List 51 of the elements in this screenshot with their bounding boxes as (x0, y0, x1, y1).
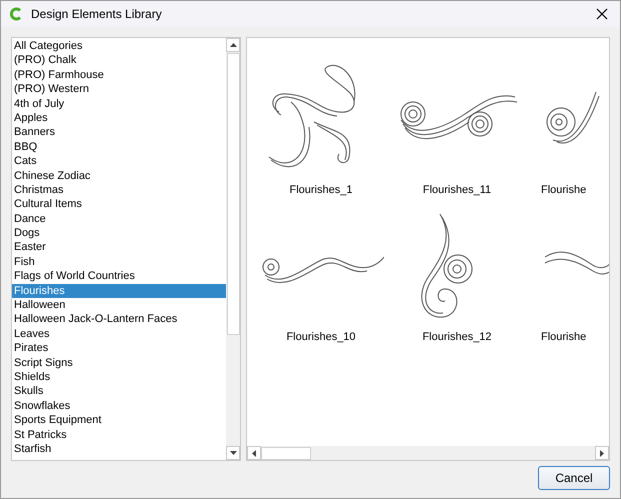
scroll-thumb[interactable] (226, 53, 240, 335)
left-arrow-icon (252, 450, 256, 456)
category-item[interactable]: Apples (12, 110, 226, 126)
element-label: Flourishes_12 (422, 331, 492, 343)
scroll-thumb[interactable] (261, 446, 311, 460)
category-item[interactable]: BBQ (12, 140, 226, 154)
category-item[interactable]: Pirates (12, 341, 226, 356)
category-item[interactable]: Chinese Zodiac (12, 168, 226, 183)
category-item[interactable]: St Patricks (12, 428, 226, 442)
category-item[interactable]: Dogs (12, 226, 226, 240)
category-item[interactable]: Halloween (12, 298, 226, 312)
category-item[interactable]: Easter (12, 240, 226, 255)
scroll-right-button[interactable] (595, 446, 609, 460)
element-label: Flourishes_11 (422, 184, 492, 196)
category-item[interactable]: (PRO) Western (12, 82, 226, 97)
element-label: Flourishe (541, 184, 586, 196)
category-item[interactable]: Starfish (12, 442, 226, 456)
app-logo-icon (9, 7, 23, 21)
category-item[interactable]: Script Signs (12, 356, 226, 370)
category-item[interactable]: Shields (12, 370, 226, 384)
category-item[interactable]: (PRO) Chalk (12, 53, 226, 68)
category-item[interactable]: Christmas (12, 182, 226, 198)
horizontal-scrollbar[interactable] (247, 446, 609, 460)
category-item[interactable]: 4th of July (12, 96, 226, 111)
element-label: Flourishe (541, 331, 586, 343)
category-item[interactable]: Cats (12, 154, 226, 169)
up-arrow-icon (230, 43, 236, 47)
category-item[interactable]: Flourishes (12, 284, 226, 298)
category-item[interactable]: Skulls (12, 384, 226, 399)
element-label: Flourishes_1 (290, 184, 352, 196)
scroll-left-button[interactable] (247, 446, 261, 460)
scroll-up-button[interactable] (226, 38, 240, 52)
right-arrow-icon (600, 450, 604, 456)
category-item[interactable]: Sports Equipment (12, 413, 226, 428)
category-item[interactable]: Dance (12, 212, 226, 226)
close-icon (596, 8, 608, 20)
element-label: Flourishes_10 (286, 331, 356, 343)
category-item[interactable]: (PRO) Farmhouse (12, 68, 226, 82)
down-arrow-icon (230, 451, 236, 455)
window-title: Design Elements Library (31, 7, 163, 21)
category-item[interactable]: Leaves (12, 326, 226, 342)
cancel-button[interactable]: Cancel (538, 466, 610, 490)
vertical-scrollbar[interactable] (226, 38, 240, 460)
category-item[interactable]: Cultural Items (12, 197, 226, 212)
scroll-down-button[interactable] (226, 446, 240, 460)
category-item[interactable]: All Categories (12, 39, 226, 54)
category-item[interactable]: Banners (12, 125, 226, 140)
category-item[interactable]: Flags of World Countries (12, 269, 226, 284)
category-item[interactable]: Fish (12, 254, 226, 270)
category-item[interactable]: Halloween Jack-O-Lantern Faces (12, 312, 226, 327)
category-item[interactable]: Snowflakes (12, 398, 226, 414)
